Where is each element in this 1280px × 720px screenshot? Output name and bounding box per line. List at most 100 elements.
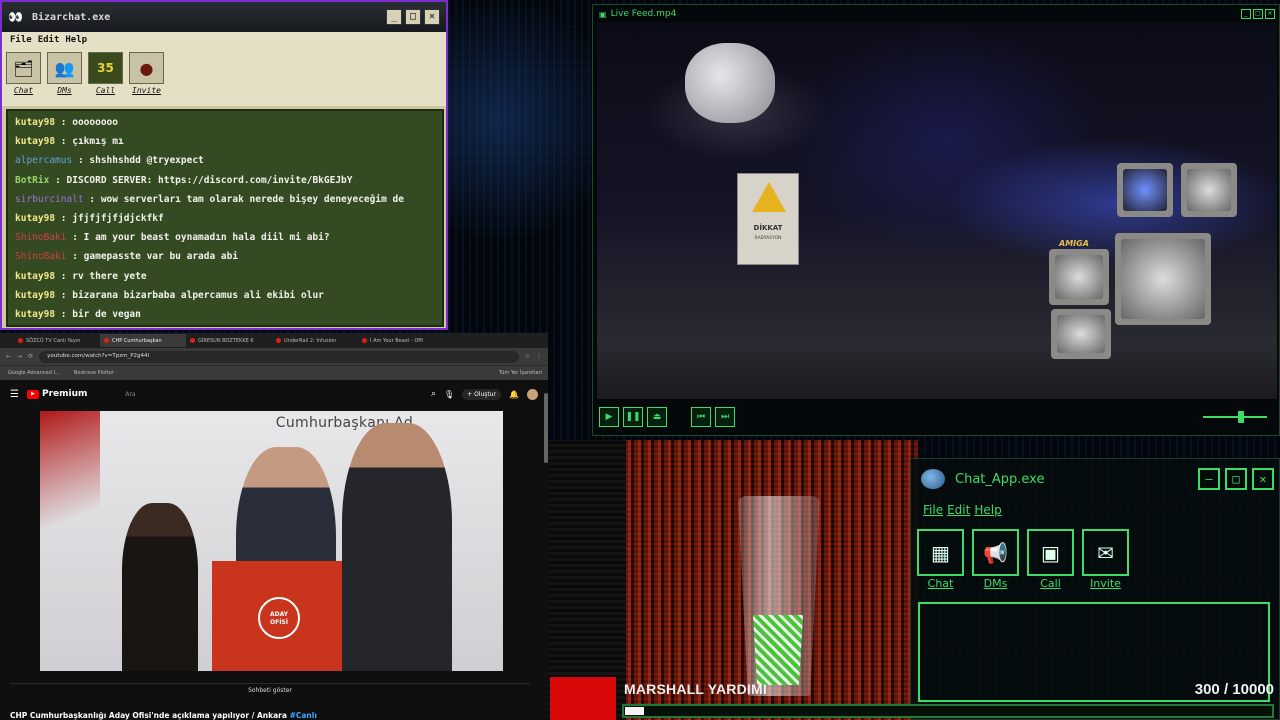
avatar[interactable] [527, 388, 538, 400]
back-icon[interactable]: ← [6, 353, 11, 360]
chat-tool-button[interactable]: 🗂 Chat [6, 52, 41, 102]
crt-monitor [1051, 309, 1111, 359]
menu-bar: File Edit Help [2, 32, 446, 48]
create-button[interactable]: + Oluştur [462, 388, 502, 400]
chat-tool-button[interactable]: ▦ Chat [917, 529, 964, 590]
menu-file[interactable]: File [923, 503, 943, 517]
forward-icon[interactable]: → [17, 353, 22, 360]
search-input[interactable]: Ara [125, 391, 423, 398]
bizarchat-window: 👀 Bizarchat.exe _ □ ✕ File Edit Help 🗂 C… [0, 0, 448, 330]
stop-button[interactable]: ⏏ [647, 407, 667, 427]
maximize-button[interactable]: □ [405, 9, 421, 25]
chat-username[interactable]: ShinoBaki [15, 251, 66, 262]
next-button[interactable]: ⏭ [715, 407, 735, 427]
video-player[interactable]: Cumhurbaşkanı Ad anka ADAY OFİSİ [40, 411, 503, 671]
chat-username[interactable]: kutay98 [15, 136, 55, 147]
call-tool-label: Call [1040, 577, 1061, 590]
url-input[interactable]: youtube.com/watch?v=Tpzm_P2g44I [39, 350, 519, 363]
chat-username[interactable]: ShinoBaki [15, 232, 66, 243]
video-title-text: CHP Cumhurbaşkanlığı Aday Ofisi'nde açık… [10, 711, 290, 720]
show-chat-button[interactable]: Sohbeti göster [10, 683, 530, 696]
megaphone-icon: 📢 [972, 529, 1019, 576]
close-button[interactable]: ✕ [1252, 468, 1274, 490]
chat-log[interactable]: kutay98 : oooooooo kutay98 : çıkmış mı alp… [6, 109, 444, 327]
menu-edit[interactable]: Edit [38, 35, 60, 45]
tab-beast[interactable]: I Am Your Beast - Offi [358, 334, 444, 347]
pause-button[interactable]: ❚❚ [623, 407, 643, 427]
chat-message: BotRix : DISCORD SERVER: https://discord… [15, 171, 435, 190]
call-tool-button[interactable]: ▣ Call [1027, 529, 1074, 590]
minimize-button[interactable]: _ [1241, 9, 1251, 19]
bookmark-item[interactable]: Nostrase Plotter [74, 370, 114, 376]
hashtag-link[interactable]: #Canlı [290, 711, 317, 720]
chat-username[interactable]: kutay98 [15, 213, 55, 224]
chat-username[interactable]: kutay98 [15, 117, 55, 128]
menu-edit[interactable]: Edit [947, 503, 970, 517]
bizarchat-titlebar[interactable]: 👀 Bizarchat.exe _ □ ✕ [2, 2, 446, 32]
chat-username[interactable]: kutay98 [15, 290, 55, 301]
menu-help[interactable]: Help [65, 35, 87, 45]
dms-tool-button[interactable]: 📢 DMs [972, 529, 1019, 590]
chat-text: : DISCORD SERVER: https://discord.com/in… [55, 174, 353, 186]
bell-icon[interactable]: 🔔 [509, 390, 519, 399]
tab-strip: SÖZCÜ TV Canlı Yayın CHP Cumhurbaşkan Gİ… [0, 333, 548, 348]
dms-tool-button[interactable]: 👥 DMs [47, 52, 82, 102]
chat-icon: ▦ [917, 529, 964, 576]
invite-tool-button[interactable]: ● Invite [129, 52, 164, 102]
previous-button[interactable]: ⏮ [691, 407, 711, 427]
maximize-button[interactable]: □ [1225, 468, 1247, 490]
donation-goal-name: MARSHALL YARDIMI [624, 681, 767, 697]
maximize-button[interactable]: □ [1253, 9, 1263, 19]
chat-text: : shshhshdd @tryexpect [77, 155, 204, 167]
play-button[interactable]: ▶ [599, 407, 619, 427]
chat-tool-label: Chat [13, 86, 34, 95]
menu-file[interactable]: File [10, 35, 32, 45]
chat-app-titlebar[interactable]: Chat_App.exe — □ ✕ [911, 459, 1279, 499]
tab-label: CHP Cumhurbaşkan [112, 337, 162, 344]
invite-tool-button[interactable]: ✉ Invite [1082, 529, 1129, 590]
call-tool-button[interactable]: 35 Call [88, 52, 123, 102]
tab-giresun[interactable]: GİRESUN BOZTEKKE K [186, 334, 272, 347]
chat-username[interactable]: kutay98 [15, 271, 55, 282]
crt-monitor [1049, 249, 1109, 305]
podium: ADAY OFİSİ [212, 561, 342, 671]
helmet [685, 43, 775, 123]
live-video[interactable]: DİKKAT RADYASYON AMIGA [597, 23, 1277, 399]
window-title: Bizarchat.exe [32, 11, 111, 23]
chat-username[interactable]: kutay98 [15, 309, 55, 320]
bookmark-star-icon[interactable]: ☆ [525, 353, 530, 360]
mic-icon[interactable]: 🎙 [444, 390, 454, 399]
chat-message: ShinoBaki : I am your beast oynamadın ha… [15, 228, 435, 247]
menu-dots-icon[interactable]: ⋮ [536, 353, 542, 360]
close-button[interactable]: ✕ [1265, 9, 1275, 19]
bookmark-item[interactable]: Google Advanced I... [8, 370, 60, 376]
bookmarks-bar: Google Advanced I... Nostrase Plotter Tü… [0, 365, 548, 380]
chat-message: kutay98 : bizarana bizarbaba alpercamus … [15, 286, 435, 305]
live-feed-titlebar[interactable]: ▣ Live Feed.mp4 _ □ ✕ [593, 5, 1279, 23]
volume-knob[interactable] [1237, 411, 1244, 423]
reload-icon[interactable]: ⟳ [28, 353, 33, 360]
chat-text: : I am your beast oynamadın hala diil mi… [72, 232, 330, 244]
minimize-button[interactable]: _ [386, 9, 402, 25]
tab-underrail[interactable]: UnderRail 2: Infusion [272, 334, 358, 347]
progress-fill [625, 707, 645, 715]
tab-chp[interactable]: CHP Cumhurbaşkan [100, 334, 186, 347]
tab-sozcu[interactable]: SÖZCÜ TV Canlı Yayın [14, 334, 100, 347]
volume-slider[interactable] [1203, 411, 1267, 423]
hamburger-icon[interactable]: ☰ [10, 389, 19, 400]
chat-username[interactable]: alpercamus [15, 155, 72, 166]
person-right [342, 423, 452, 671]
live-feed-title: Live Feed.mp4 [610, 9, 677, 19]
search-icon[interactable]: ⌕ [431, 389, 436, 399]
youtube-logo[interactable]: ▶ Premium [26, 389, 87, 399]
close-button[interactable]: ✕ [424, 9, 440, 25]
chat-username[interactable]: sirburcinalt [15, 194, 84, 205]
all-bookmarks[interactable]: Tüm Yer İşaretleri [499, 370, 548, 376]
crt-monitor [1117, 163, 1173, 217]
live-feed-window: ▣ Live Feed.mp4 _ □ ✕ DİKKAT RADYASYON A… [592, 4, 1280, 436]
chat-message: kutay98 : bir de vegan [15, 305, 435, 324]
menu-help[interactable]: Help [974, 503, 1001, 517]
youtube-favicon-icon [18, 338, 23, 343]
chat-username[interactable]: BotRix [15, 175, 49, 186]
minimize-button[interactable]: — [1198, 468, 1220, 490]
